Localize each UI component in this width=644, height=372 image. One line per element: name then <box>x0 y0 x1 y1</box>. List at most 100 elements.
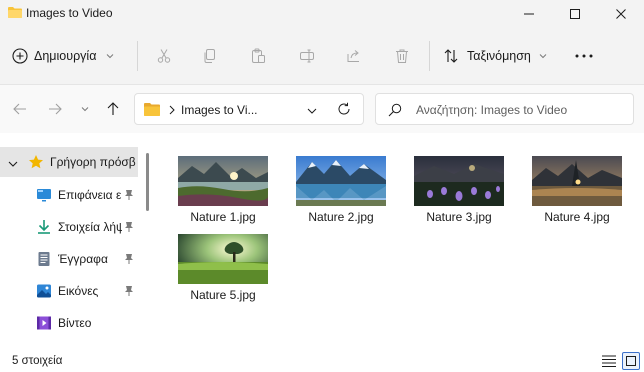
pictures-icon <box>36 283 52 299</box>
pin-icon <box>124 189 134 204</box>
address-history-button[interactable] <box>307 104 317 118</box>
arrow-left-icon <box>13 103 26 115</box>
sidebar-item-label: Έγγραφα <box>58 252 108 266</box>
trash-icon <box>396 49 408 63</box>
status-bar: 5 στοιχεία <box>0 350 644 372</box>
toolbar-separator <box>137 41 138 71</box>
toolbar-separator <box>429 41 430 71</box>
sidebar-item-label: Επιφάνεια ερ <box>58 188 122 202</box>
forward-button[interactable] <box>45 99 65 119</box>
image-thumbnail <box>178 156 268 206</box>
cut-button[interactable] <box>153 45 175 67</box>
chevron-down-icon <box>307 108 317 114</box>
more-icon <box>575 54 593 58</box>
search-placeholder: Αναζήτηση: Images to Video <box>416 103 568 117</box>
maximize-icon <box>570 8 580 19</box>
pin-icon <box>124 253 134 268</box>
sidebar-scrollbar[interactable] <box>146 153 149 211</box>
sidebar-item-label: Εικόνες <box>58 284 99 298</box>
image-thumbnail <box>178 234 268 284</box>
star-icon <box>28 154 44 173</box>
image-thumbnail <box>414 156 504 206</box>
sidebar-item-documents[interactable]: Έγγραφα <box>0 244 138 274</box>
sidebar-item-label: Στοιχεία λήψ <box>58 220 122 234</box>
file-name: Nature 1.jpg <box>190 210 256 224</box>
command-bar: Δημιουργία Ταξινόμηση <box>0 27 644 85</box>
paste-button[interactable] <box>247 45 269 67</box>
minimize-button[interactable] <box>506 0 552 27</box>
sort-icon <box>444 49 458 63</box>
chevron-down-icon <box>81 107 89 112</box>
item-count: 5 στοιχεία <box>12 355 63 367</box>
refresh-icon <box>338 102 350 115</box>
details-view-icon <box>602 355 616 367</box>
pin-icon <box>124 285 134 300</box>
share-button[interactable] <box>343 45 365 67</box>
breadcrumb[interactable]: Images to Vi... <box>181 103 257 117</box>
window-title: Images to Video <box>26 6 113 20</box>
close-button[interactable] <box>598 0 644 27</box>
sidebar-item-quick-access[interactable]: Γρήγορη πρόσβα <box>0 147 138 177</box>
file-name: Nature 5.jpg <box>190 288 256 302</box>
large-icons-view-button[interactable] <box>622 352 640 370</box>
sidebar-item-label: Γρήγορη πρόσβα <box>50 155 136 169</box>
documents-icon <box>36 251 52 267</box>
copy-icon <box>204 49 215 63</box>
address-row: Images to Vi... Αναζήτηση: Images to Vid… <box>0 85 644 133</box>
sidebar-item-downloads[interactable]: Στοιχεία λήψ <box>0 212 138 242</box>
more-options-button[interactable] <box>572 45 596 67</box>
chevron-down-icon <box>539 54 547 59</box>
new-button[interactable]: Δημιουργία <box>12 43 114 69</box>
navigation-pane: Γρήγορη πρόσβα Επιφάνεια ερ Στοιχεία λήψ… <box>0 133 155 350</box>
file-name: Nature 4.jpg <box>544 210 610 224</box>
rename-button[interactable] <box>296 45 318 67</box>
file-tile[interactable]: Nature 4.jpg <box>515 146 625 228</box>
address-bar[interactable]: Images to Vi... <box>134 93 364 125</box>
refresh-button[interactable] <box>337 102 351 119</box>
sort-button[interactable]: Ταξινόμηση <box>443 43 547 69</box>
share-icon <box>347 50 359 62</box>
up-button[interactable] <box>103 99 123 119</box>
tiles-view-icon <box>626 356 636 366</box>
file-name: Nature 2.jpg <box>308 210 374 224</box>
folder-icon <box>8 6 22 21</box>
sidebar-item-desktop[interactable]: Επιφάνεια ερ <box>0 180 138 210</box>
pin-icon <box>124 221 134 236</box>
sidebar-item-partial[interactable] <box>0 340 138 350</box>
file-tile[interactable]: Nature 2.jpg <box>279 146 389 228</box>
title-bar: Images to Video <box>0 0 644 27</box>
maximize-button[interactable] <box>552 0 598 27</box>
back-button[interactable] <box>10 99 30 119</box>
sidebar-item-label: Βίντεο <box>58 316 92 330</box>
file-name: Nature 3.jpg <box>426 210 492 224</box>
file-tile[interactable]: Nature 1.jpg <box>161 146 271 228</box>
copy-button[interactable] <box>199 45 221 67</box>
details-view-button[interactable] <box>601 354 617 368</box>
sidebar-item-videos[interactable]: Βίντεο <box>0 308 138 338</box>
image-thumbnail <box>532 156 622 206</box>
plus-circle-icon <box>12 48 28 64</box>
arrow-up-icon <box>107 102 119 115</box>
file-tile[interactable]: Nature 3.jpg <box>397 146 507 228</box>
new-button-label: Δημιουργία <box>34 49 97 63</box>
file-tile[interactable]: Nature 5.jpg <box>161 224 271 306</box>
recent-locations-button[interactable] <box>75 99 95 119</box>
arrow-right-icon <box>49 103 62 115</box>
minimize-icon <box>524 13 534 14</box>
expand-chevron-icon[interactable] <box>8 157 18 171</box>
rename-icon <box>300 49 314 63</box>
clipboard-icon <box>252 48 265 63</box>
breadcrumb-separator-icon <box>169 104 175 118</box>
delete-button[interactable] <box>391 45 413 67</box>
videos-icon <box>36 315 52 331</box>
scissors-icon <box>157 49 171 63</box>
image-thumbnail <box>296 156 386 206</box>
file-view: Nature 1.jpg Nature 2.jpg Nature 3.jpg N… <box>155 133 644 350</box>
search-input[interactable]: Αναζήτηση: Images to Video <box>375 93 634 125</box>
desktop-icon <box>36 187 52 203</box>
sort-button-label: Ταξινόμηση <box>467 49 531 63</box>
folder-icon <box>144 102 160 119</box>
chevron-down-icon <box>107 54 114 59</box>
search-icon <box>388 103 402 120</box>
sidebar-item-pictures[interactable]: Εικόνες <box>0 276 138 306</box>
